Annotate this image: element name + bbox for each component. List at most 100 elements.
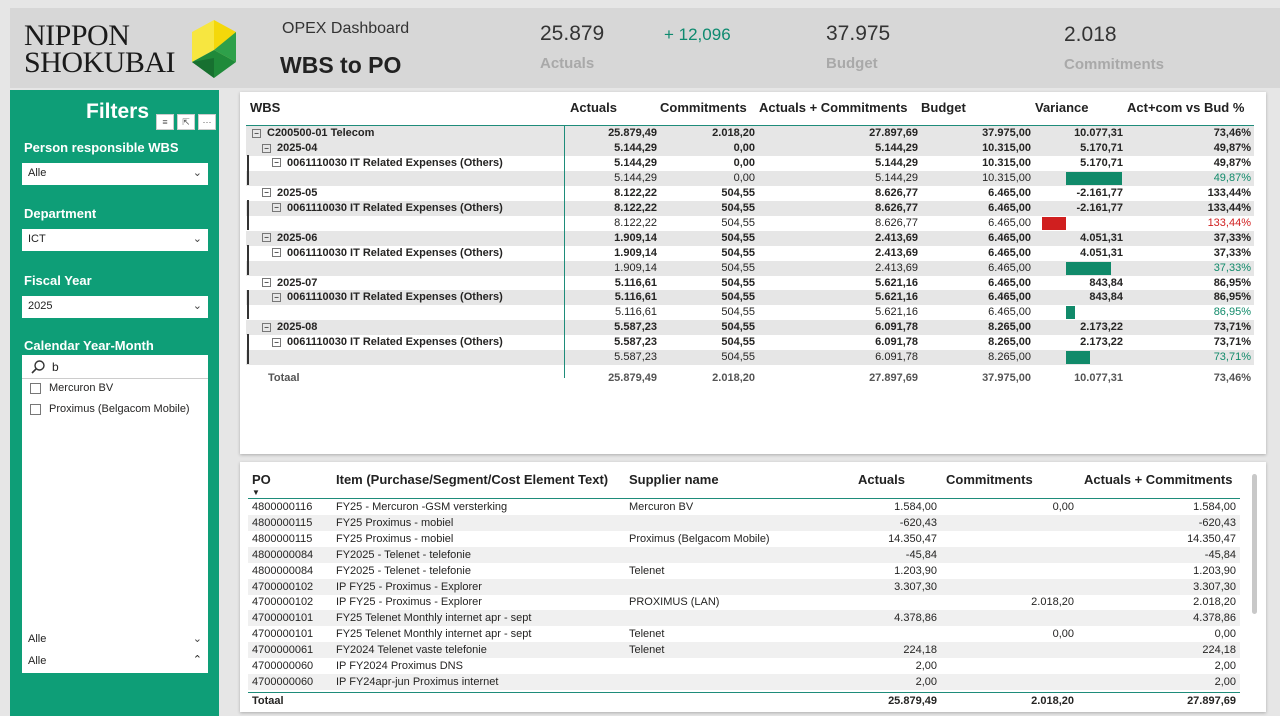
more-options-icon[interactable]: ··· bbox=[198, 114, 216, 130]
wbs-cell: 5.116,61 bbox=[614, 306, 657, 319]
person-responsible-dropdown[interactable]: Alle ⌄ bbox=[22, 163, 208, 185]
slicer-search-box[interactable]: b bbox=[22, 355, 208, 379]
wbs-row-text: 2025-06 bbox=[277, 231, 318, 244]
wbs-row[interactable]: −2025-04 5.144,29 0,00 5.144,29 10.315,00 5.1… bbox=[246, 140, 1254, 156]
wbs-row[interactable]: −2025-05 8.122,22 504,55 8.626,77 6.465,00 -2… bbox=[246, 186, 1254, 201]
po-cell: -45,84 bbox=[905, 548, 937, 561]
po-row[interactable]: 4800000115 FY25 Proximus - mobiel -620,43 -… bbox=[248, 514, 1240, 531]
checkbox[interactable] bbox=[30, 403, 41, 415]
option-proximus[interactable]: Proximus (Belgacom Mobile) bbox=[30, 403, 190, 415]
wbs-total-row: Totaal 25.879,49 2.018,20 27.897,69 37.975,0… bbox=[246, 371, 1254, 386]
collapse-icon[interactable]: − bbox=[262, 143, 271, 153]
wbs-row[interactable]: −2025-06 1.909,14 504,55 2.413,69 6.465,00 4.… bbox=[246, 230, 1254, 246]
hierarchy-line bbox=[247, 334, 249, 365]
po-cell: 1.203,90 bbox=[1193, 564, 1236, 577]
kpi-commitments-label: Commitments bbox=[1064, 56, 1165, 73]
po-cell: 2.018,20 bbox=[1031, 596, 1074, 609]
po-cell: FY2025 - Telenet - telefonie bbox=[336, 548, 471, 561]
wbs-row[interactable]: −2025-08 5.587,23 504,55 6.091,78 8.265,00 2.… bbox=[246, 320, 1254, 336]
company-logo: NIPPON SHOKUBAI bbox=[22, 18, 242, 84]
calendar-year-month-dropdown[interactable]: Alle ⌃ bbox=[22, 651, 208, 673]
wbs-cell: 5.144,29 bbox=[875, 141, 918, 154]
search-icon bbox=[31, 360, 45, 374]
filters-title: Filters bbox=[86, 100, 150, 123]
fiscal-year-dropdown[interactable]: 2025 ⌄ bbox=[22, 296, 208, 318]
po-row[interactable]: 4800000116 FY25 - Mercuron -GSM versterki… bbox=[248, 499, 1240, 515]
wbs-cell: 5.170,71 bbox=[1080, 156, 1123, 169]
collapse-icon[interactable]: − bbox=[252, 128, 261, 138]
total-cell: 10.077,31 bbox=[1074, 372, 1123, 385]
wbs-row[interactable]: 5.116,61 504,55 5.621,16 6.465,00 86,95% bbox=[246, 305, 1254, 320]
work-order-dropdown[interactable]: Alle ⌄ bbox=[22, 629, 208, 651]
chevron-down-icon: ⌄ bbox=[192, 233, 202, 245]
po-row[interactable]: 4800000115 FY25 Proximus - mobiel Proximus… bbox=[248, 531, 1240, 547]
po-cell: 14.350,47 bbox=[888, 532, 937, 545]
fiscal-year-label: Fiscal Year bbox=[24, 273, 92, 288]
column-header-supplier[interactable]: Supplier name bbox=[629, 472, 719, 487]
calendar-year-month-label: Calendar Year-Month bbox=[24, 338, 154, 353]
checkbox[interactable] bbox=[30, 382, 41, 394]
hierarchy-line bbox=[247, 289, 249, 320]
po-row[interactable]: 4700000060 IP FY24apr-jun Proximus intern… bbox=[248, 673, 1240, 690]
po-cell: 1.203,90 bbox=[894, 564, 937, 577]
wbs-row[interactable]: 1.909,14 504,55 2.413,69 6.465,00 37,33% bbox=[246, 260, 1254, 276]
collapse-icon[interactable]: − bbox=[272, 158, 281, 168]
wbs-row-label: −2025-08 bbox=[262, 321, 317, 333]
wbs-cell: 6.465,00 bbox=[988, 261, 1031, 274]
po-row[interactable]: 4700000102 IP FY25 - Proximus - Explorer P… bbox=[248, 594, 1240, 610]
po-row[interactable]: 4800000084 FY2025 - Telenet - telefonie Te… bbox=[248, 563, 1240, 579]
collapse-icon[interactable]: − bbox=[272, 337, 281, 347]
column-header-actuals-commitments[interactable]: Actuals + Commitments bbox=[759, 100, 907, 115]
po-row[interactable]: 4700000101 FY25 Telenet Monthly internet … bbox=[248, 610, 1240, 627]
column-header-actuals-commitments[interactable]: Actuals + Commitments bbox=[1084, 472, 1232, 487]
column-header-actuals[interactable]: Actuals bbox=[570, 100, 617, 115]
filter-icon[interactable]: ≡ bbox=[156, 114, 174, 130]
column-header-act-com-vs-bud[interactable]: Act+com vs Bud % bbox=[1127, 100, 1244, 115]
wbs-row[interactable]: − C200500-01 Telecom 25.879,49 2.018,20 27.8… bbox=[246, 126, 1254, 141]
collapse-icon[interactable]: − bbox=[262, 188, 271, 198]
collapse-icon[interactable]: − bbox=[272, 248, 281, 258]
po-row[interactable]: 4800000084 FY2025 - Telenet - telefonie -4… bbox=[248, 546, 1240, 563]
column-header-budget[interactable]: Budget bbox=[921, 100, 966, 115]
po-cell: 1.584,00 bbox=[1193, 501, 1236, 513]
wbs-matrix: WBS Actuals Commitments Actuals + Commit… bbox=[240, 92, 1266, 454]
column-header-commitments[interactable]: Commitments bbox=[660, 100, 747, 115]
focus-mode-icon[interactable]: ⇱ bbox=[177, 114, 195, 130]
po-cell: 2.018,20 bbox=[1193, 596, 1236, 609]
wbs-row[interactable]: −0061110030 IT Related Expenses (Others)… bbox=[246, 246, 1254, 261]
column-header-actuals[interactable]: Actuals bbox=[858, 472, 905, 487]
po-row[interactable]: 4700000101 FY25 Telenet Monthly internet … bbox=[248, 626, 1240, 642]
wbs-row[interactable]: −0061110030 IT Related Expenses (Others)… bbox=[246, 335, 1254, 350]
po-row[interactable]: 4700000102 IP FY25 - Proximus - Explorer 3… bbox=[248, 578, 1240, 595]
kpi-budget-value: 37.975 bbox=[826, 22, 891, 45]
wbs-row[interactable]: 5.144,29 0,00 5.144,29 10.315,00 49,87% bbox=[246, 170, 1254, 186]
po-row[interactable]: 4700000060 IP FY2024 Proximus DNS 2,00 2,00 bbox=[248, 658, 1240, 674]
column-header-item[interactable]: Item (Purchase/Segment/Cost Element Text… bbox=[336, 472, 608, 487]
column-header-commitments[interactable]: Commitments bbox=[946, 472, 1033, 487]
wbs-row[interactable]: 5.587,23 504,55 6.091,78 8.265,00 73,71% bbox=[246, 350, 1254, 366]
po-cell: 4700000060 bbox=[252, 675, 314, 688]
wbs-row[interactable]: −0061110030 IT Related Expenses (Others)… bbox=[246, 200, 1254, 216]
po-cell: 0,00 bbox=[1052, 628, 1074, 641]
wbs-row[interactable]: −0061110030 IT Related Expenses (Others)… bbox=[246, 156, 1254, 171]
wbs-row-text: 0061110030 IT Related Expenses (Others) bbox=[287, 156, 503, 169]
collapse-icon[interactable]: − bbox=[262, 233, 271, 243]
vertical-scrollbar[interactable] bbox=[1252, 474, 1257, 614]
po-row[interactable]: 4700000061 FY2024 Telenet vaste telefonie… bbox=[248, 642, 1240, 659]
column-header-wbs[interactable]: WBS bbox=[250, 100, 280, 115]
wbs-row[interactable]: 8.122,22 504,55 8.626,77 6.465,00 133,44% bbox=[246, 216, 1254, 231]
column-header-po[interactable]: PO bbox=[252, 472, 271, 487]
collapse-icon[interactable]: − bbox=[272, 203, 281, 213]
option-mercuron[interactable]: Mercuron BV bbox=[30, 382, 113, 394]
po-cell: -620,43 bbox=[899, 516, 937, 529]
column-header-variance[interactable]: Variance bbox=[1035, 100, 1089, 115]
collapse-icon[interactable]: − bbox=[262, 322, 271, 332]
department-dropdown[interactable]: ICT ⌄ bbox=[22, 229, 208, 251]
wbs-cell: 504,55 bbox=[721, 306, 755, 319]
wbs-cell: 504,55 bbox=[721, 201, 755, 214]
wbs-row[interactable]: −0061110030 IT Related Expenses (Others)… bbox=[246, 290, 1254, 306]
dashboard-subtitle: OPEX Dashboard bbox=[282, 20, 410, 37]
collapse-icon[interactable]: − bbox=[272, 293, 281, 303]
wbs-row[interactable]: −2025-07 5.116,61 504,55 5.621,16 6.465,00 84… bbox=[246, 276, 1254, 291]
collapse-icon[interactable]: − bbox=[262, 278, 271, 288]
